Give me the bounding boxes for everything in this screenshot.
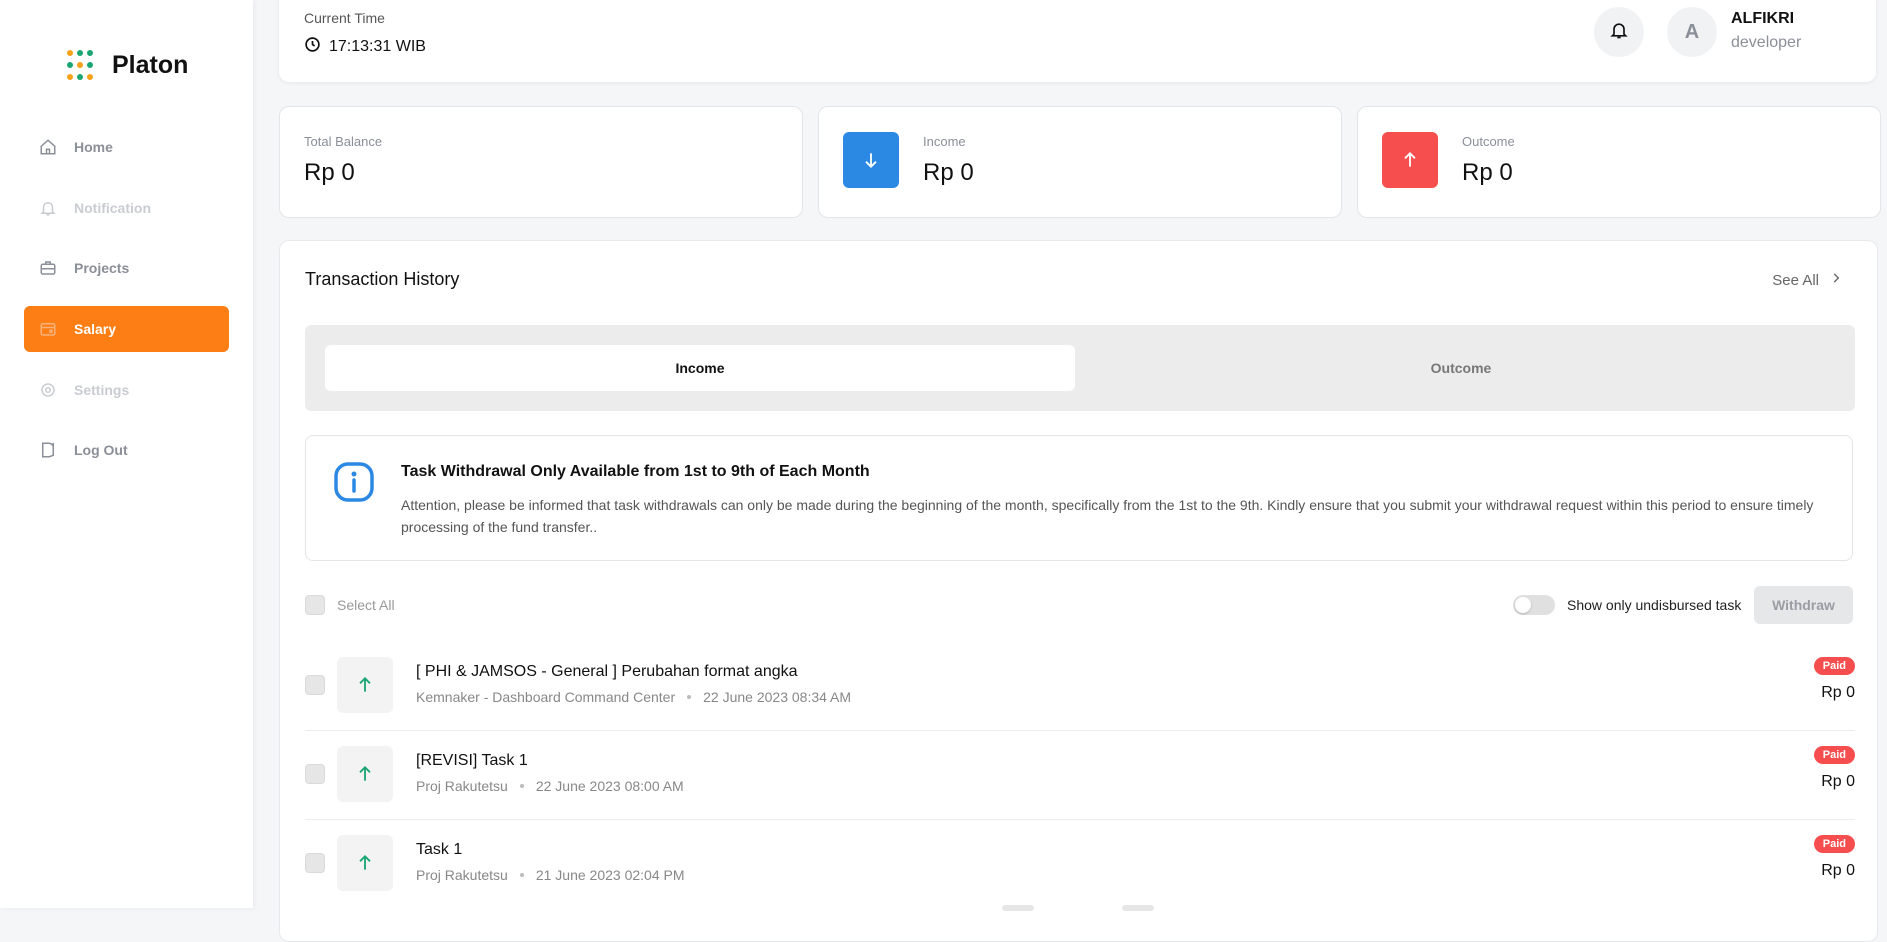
alert-title: Task Withdrawal Only Available from 1st … — [401, 463, 870, 480]
avatar[interactable]: A — [1667, 7, 1717, 57]
current-time-label: Current Time — [304, 10, 385, 26]
undisbursed-toggle-label: Show only undisbursed task — [1567, 597, 1742, 613]
home-icon — [38, 137, 58, 157]
sidebar-item-label: Settings — [74, 382, 130, 398]
task-meta: Proj Rakutetsu 22 June 2023 08:00 AM — [416, 778, 684, 794]
select-all-label: Select All — [337, 597, 395, 613]
sidebar-item-notification[interactable]: Notification — [24, 185, 229, 231]
task-amount: Rp 0 — [1821, 684, 1855, 701]
row-checkbox[interactable] — [305, 853, 325, 873]
task-title: Task 1 — [416, 841, 463, 858]
task-meta: Proj Rakutetsu 21 June 2023 02:04 PM — [416, 867, 685, 883]
chevron-right-icon — [1829, 271, 1843, 289]
row-checkbox[interactable] — [305, 764, 325, 784]
clock-icon — [304, 36, 321, 58]
bell-icon — [38, 198, 58, 218]
task-project: Kemnaker - Dashboard Command Center — [416, 689, 676, 705]
withdraw-button[interactable]: Withdraw — [1754, 586, 1853, 624]
task-date: 22 June 2023 08:00 AM — [535, 778, 684, 794]
sidebar-item-logout[interactable]: Log Out — [24, 427, 229, 473]
arrow-up-icon — [1382, 132, 1438, 188]
transaction-history-panel: Transaction History See All Income Outco… — [279, 240, 1878, 942]
see-all-link[interactable]: See All — [1772, 271, 1843, 289]
sidebar-item-home[interactable]: Home — [24, 124, 229, 170]
sidebar: Platon Home Notification Projects Salary… — [0, 0, 253, 908]
sidebar-item-label: Notification — [74, 200, 151, 216]
sidebar-item-salary[interactable]: Salary — [24, 306, 229, 352]
list-item[interactable]: [ PHI & JAMSOS - General ] Perubahan for… — [305, 641, 1855, 731]
list-item[interactable]: Task 1 Proj Rakutetsu 21 June 2023 02:04… — [305, 819, 1855, 908]
sidebar-item-label: Salary — [74, 321, 117, 337]
task-title: [ PHI & JAMSOS - General ] Perubahan for… — [416, 663, 798, 680]
brand-name: Platon — [112, 50, 189, 79]
logout-icon — [38, 440, 58, 460]
list-item[interactable]: [REVISI] Task 1 Proj Rakutetsu 22 June 2… — [305, 730, 1855, 820]
task-amount: Rp 0 — [1821, 773, 1855, 790]
outcome-value: Rp 0 — [1462, 159, 1513, 186]
info-icon — [333, 461, 375, 503]
tab-switcher: Income Outcome — [305, 325, 1855, 411]
undisbursed-toggle[interactable] — [1513, 595, 1555, 615]
briefcase-icon — [38, 258, 58, 278]
sidebar-item-settings[interactable]: Settings — [24, 367, 229, 413]
pagination-button[interactable] — [1122, 905, 1154, 911]
task-date: 22 June 2023 08:34 AM — [703, 689, 852, 705]
total-balance-card: Total Balance Rp 0 — [279, 106, 803, 218]
wallet-icon — [38, 319, 58, 339]
undisbursed-filter[interactable]: Show only undisbursed task — [1513, 595, 1741, 615]
arrow-up-icon — [337, 835, 393, 891]
income-value: Rp 0 — [923, 159, 974, 186]
alert-text: Attention, please be informed that task … — [401, 497, 1814, 535]
bell-icon — [1609, 20, 1629, 45]
user-name: ALFIKRI — [1731, 10, 1795, 27]
task-meta: Kemnaker - Dashboard Command Center 22 J… — [416, 689, 851, 705]
sidebar-item-label: Log Out — [74, 442, 128, 458]
outcome-label: Outcome — [1462, 134, 1515, 149]
panel-title: Transaction History — [305, 269, 460, 289]
pagination-button[interactable] — [1002, 905, 1034, 911]
task-title: [REVISI] Task 1 — [416, 752, 528, 769]
user-role: developer — [1731, 34, 1802, 51]
select-all-checkbox[interactable] — [305, 595, 325, 615]
sidebar-item-projects[interactable]: Projects — [24, 245, 229, 291]
withdrawal-info-alert: Task Withdrawal Only Available from 1st … — [305, 435, 1853, 561]
gear-icon — [38, 380, 58, 400]
tab-outcome[interactable]: Outcome — [1081, 345, 1841, 391]
brand[interactable]: Platon — [64, 48, 188, 82]
status-badge: Paid — [1813, 835, 1855, 853]
select-all[interactable]: Select All — [305, 595, 395, 615]
top-bar: Current Time 17:13:31 WIB A ALFIKRI deve… — [279, 0, 1876, 82]
arrow-up-icon — [337, 657, 393, 713]
tab-income[interactable]: Income — [325, 345, 1075, 391]
platon-logo-icon — [64, 48, 96, 82]
arrow-down-icon — [843, 132, 899, 188]
total-balance-value: Rp 0 — [304, 159, 355, 186]
row-checkbox[interactable] — [305, 675, 325, 695]
status-badge: Paid — [1813, 746, 1855, 764]
task-project: Proj Rakutetsu — [416, 778, 508, 794]
current-time-value: 17:13:31 WIB — [329, 38, 426, 55]
income-card: Income Rp 0 — [818, 106, 1342, 218]
task-amount: Rp 0 — [1821, 862, 1855, 879]
sidebar-item-label: Projects — [74, 260, 130, 276]
sidebar-item-label: Home — [74, 139, 113, 155]
task-project: Proj Rakutetsu — [416, 867, 508, 883]
task-date: 21 June 2023 02:04 PM — [535, 867, 685, 883]
notification-button[interactable] — [1594, 7, 1644, 57]
current-time: 17:13:31 WIB — [304, 36, 426, 58]
total-balance-label: Total Balance — [304, 134, 383, 149]
see-all-label: See All — [1772, 271, 1819, 289]
income-label: Income — [923, 134, 966, 149]
status-badge: Paid — [1813, 657, 1855, 675]
outcome-card: Outcome Rp 0 — [1357, 106, 1881, 218]
arrow-up-icon — [337, 746, 393, 802]
